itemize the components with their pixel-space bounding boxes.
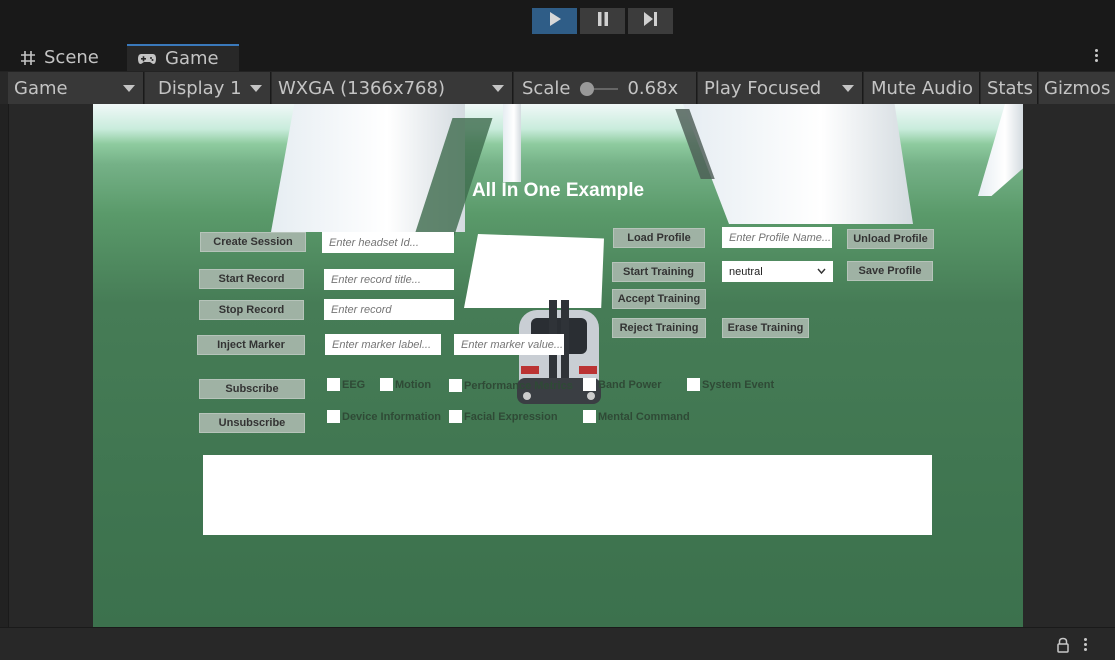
game-view-toolbar: Game Display 1 WXGA (1366x768) Scale 0.6… — [0, 71, 1115, 105]
chevron-down-icon — [123, 85, 135, 92]
band-power-checkbox[interactable] — [583, 378, 596, 391]
profile-name-input[interactable] — [722, 227, 832, 248]
view-select-value: Game — [14, 78, 68, 99]
facial-expression-label: Facial Expression — [464, 411, 558, 423]
main-toolbar — [0, 0, 1115, 42]
tab-menu-icon[interactable] — [1095, 47, 1099, 64]
grid-icon — [20, 50, 36, 66]
start-training-button[interactable]: Start Training — [612, 262, 705, 282]
view-select[interactable]: Game — [8, 72, 144, 105]
left-panel-edge — [0, 104, 9, 627]
performance-metrics-label: Performance Metrics — [464, 380, 573, 392]
scale-control: Scale 0.68x — [514, 72, 697, 105]
facial-expression-checkbox[interactable] — [449, 410, 462, 423]
output-log-box[interactable] — [203, 455, 932, 535]
display-select-value: Display 1 — [158, 78, 242, 99]
record-description-input[interactable] — [324, 299, 454, 320]
pause-button[interactable] — [580, 8, 625, 34]
play-button[interactable] — [532, 8, 577, 34]
tab-bar: Scene Game — [0, 42, 1115, 71]
page-title: All In One Example — [471, 180, 645, 201]
erase-training-button[interactable]: Erase Training — [722, 318, 809, 338]
device-information-label: Device Information — [342, 411, 442, 423]
resolution-select-value: WXGA (1366x768) — [278, 78, 445, 99]
eeg-checkbox[interactable] — [327, 378, 340, 391]
system-event-label: System Event — [702, 379, 775, 391]
car-model — [513, 300, 605, 410]
eeg-label: EEG — [342, 379, 366, 391]
reject-training-button[interactable]: Reject Training — [612, 318, 706, 338]
tab-scene[interactable]: Scene — [8, 44, 126, 71]
lock-icon[interactable] — [1056, 637, 1070, 657]
gizmos-label: Gizmos — [1044, 78, 1111, 99]
band-power-label: Band Power — [598, 379, 662, 391]
record-title-input[interactable] — [324, 269, 454, 290]
create-session-button[interactable]: Create Session — [200, 232, 306, 252]
motion-checkbox[interactable] — [380, 378, 393, 391]
system-event-checkbox[interactable] — [687, 378, 700, 391]
device-information-checkbox[interactable] — [327, 410, 340, 423]
marker-value-input[interactable] — [454, 334, 564, 355]
scale-slider[interactable] — [580, 81, 619, 96]
start-record-button[interactable]: Start Record — [199, 269, 304, 289]
load-profile-button[interactable]: Load Profile — [613, 228, 705, 248]
gizmos-toggle[interactable]: Gizmos — [1039, 72, 1115, 105]
scene-panel — [464, 234, 604, 308]
scene-pillar — [683, 104, 913, 224]
tab-game-label: Game — [165, 48, 219, 69]
mental-command-checkbox[interactable] — [583, 410, 596, 423]
play-icon — [548, 11, 562, 31]
subscribe-button[interactable]: Subscribe — [199, 379, 305, 399]
scale-value: 0.68x — [627, 78, 679, 99]
tab-scene-label: Scene — [44, 47, 99, 68]
stats-toggle[interactable]: Stats — [981, 72, 1038, 105]
chevron-down-icon — [842, 85, 854, 92]
resolution-select[interactable]: WXGA (1366x768) — [272, 72, 513, 105]
performance-metrics-checkbox[interactable] — [449, 379, 462, 392]
mental-command-label: Mental Command — [598, 411, 690, 423]
play-mode-value: Play Focused — [704, 78, 822, 99]
save-profile-button[interactable]: Save Profile — [847, 261, 933, 281]
unload-profile-button[interactable]: Unload Profile — [847, 229, 934, 249]
training-action-select[interactable]: neutral — [722, 261, 833, 282]
step-button[interactable] — [628, 8, 673, 34]
unsubscribe-button[interactable]: Unsubscribe — [199, 413, 305, 433]
pause-icon — [596, 11, 610, 31]
chevron-down-icon — [492, 85, 504, 92]
training-action-value: neutral — [729, 265, 763, 278]
mute-audio-toggle[interactable]: Mute Audio — [864, 72, 980, 105]
scene-pillar — [503, 104, 521, 182]
step-icon — [643, 11, 659, 31]
tab-game[interactable]: Game — [127, 44, 239, 71]
scale-slider-thumb[interactable] — [580, 81, 595, 96]
stop-record-button[interactable]: Stop Record — [199, 300, 304, 320]
display-select[interactable]: Display 1 — [145, 72, 271, 105]
mute-audio-label: Mute Audio — [871, 78, 973, 99]
game-viewport[interactable]: All In One Example Create Session Start … — [93, 104, 1023, 627]
inject-marker-button[interactable]: Inject Marker — [197, 335, 305, 355]
stats-label: Stats — [987, 78, 1033, 99]
scale-label: Scale — [522, 78, 571, 99]
chevron-down-icon — [250, 85, 262, 92]
kebab-menu-icon[interactable] — [1084, 636, 1088, 653]
chevron-down-icon — [817, 266, 826, 278]
marker-label-input[interactable] — [325, 334, 441, 355]
status-bar — [0, 627, 1115, 660]
motion-label: Motion — [395, 379, 432, 391]
accept-training-button[interactable]: Accept Training — [612, 289, 706, 309]
gamepad-icon — [137, 52, 157, 66]
play-mode-select[interactable]: Play Focused — [698, 72, 863, 105]
headset-id-input[interactable] — [322, 232, 454, 253]
